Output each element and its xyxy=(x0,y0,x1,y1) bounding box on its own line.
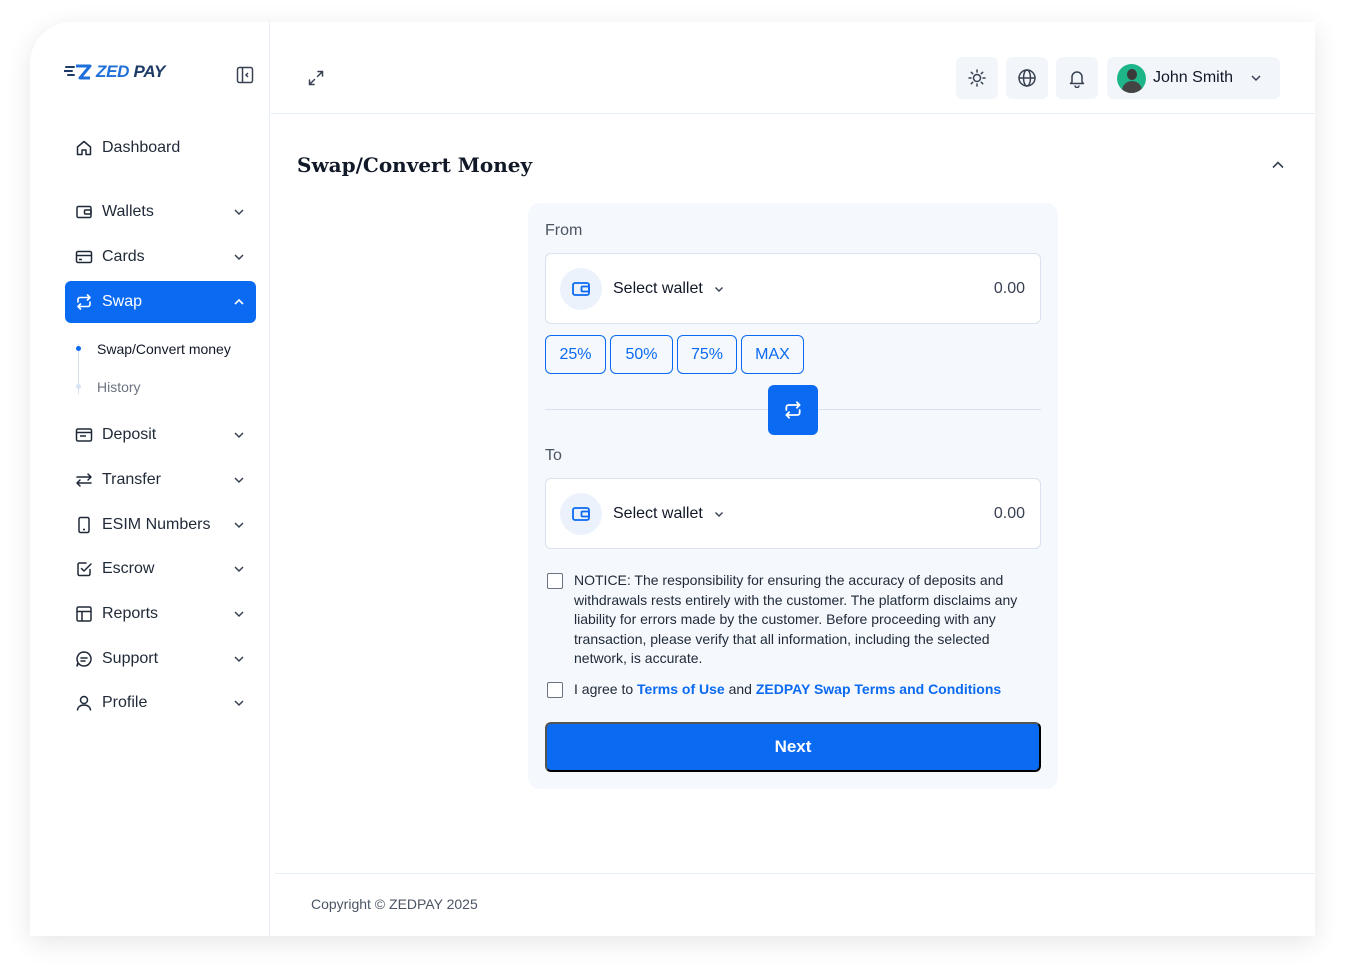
sidebar-item-wallets[interactable]: Wallets xyxy=(65,191,256,233)
deposit-icon xyxy=(74,425,94,445)
chevron-down-icon xyxy=(234,254,244,261)
terms-checkbox[interactable] xyxy=(547,682,563,698)
swap-icon xyxy=(785,401,801,419)
chevron-down-icon xyxy=(714,511,723,517)
sidebar-item-esim-numbers[interactable]: ESIM Numbers xyxy=(65,504,256,546)
reports-icon xyxy=(74,604,94,624)
to-label: To xyxy=(545,447,562,464)
user-menu-button[interactable]: John Smith xyxy=(1107,57,1280,99)
swap-icon xyxy=(74,292,94,312)
swap-direction-button[interactable] xyxy=(768,385,818,435)
sidebar-collapse-icon[interactable] xyxy=(235,65,255,85)
percent-50-button[interactable]: 50% xyxy=(610,335,673,374)
user-name: John Smith xyxy=(1153,69,1234,86)
sidebar-item-support[interactable]: Support xyxy=(65,638,256,680)
from-wallet-field[interactable]: Select wallet 0.00 xyxy=(545,253,1041,324)
sidebar-item-dashboard[interactable]: Dashboard xyxy=(65,127,256,169)
transfer-icon xyxy=(74,470,94,490)
active-dot xyxy=(76,346,81,351)
copyright-text: Copyright © ZEDPAY 2025 xyxy=(311,896,478,912)
section-collapse-icon[interactable] xyxy=(1270,157,1286,173)
notice-text: NOTICE: The responsibility for ensuring … xyxy=(574,572,1018,667)
bell-icon xyxy=(1069,71,1085,88)
support-icon xyxy=(74,649,94,669)
agree-text: I agree to Terms of Use and ZEDPAY Swap … xyxy=(574,681,1002,697)
max-button[interactable]: MAX xyxy=(741,335,804,374)
terms-of-use-link[interactable]: Terms of Use xyxy=(637,681,725,697)
notice-checkbox[interactable] xyxy=(547,573,563,589)
notifications-button[interactable] xyxy=(1056,57,1098,99)
sidebar-item-profile[interactable]: Profile xyxy=(65,682,256,724)
top-header: John Smith xyxy=(271,22,1315,114)
swap-submenu: Swap/Convert money History xyxy=(76,334,266,404)
chevron-down-icon xyxy=(234,611,244,618)
logo-text: ZED PAY xyxy=(96,62,166,81)
chevron-down-icon xyxy=(234,522,244,529)
language-button[interactable] xyxy=(1006,57,1048,99)
escrow-icon xyxy=(74,559,94,579)
swap-terms-link[interactable]: ZEDPAY Swap Terms and Conditions xyxy=(756,681,1001,697)
percent-25-button[interactable]: 25% xyxy=(545,335,606,374)
from-wallet-select[interactable]: Select wallet xyxy=(613,280,725,298)
wallet-icon xyxy=(560,267,602,310)
chevron-down-icon xyxy=(234,477,244,484)
page-title: Swap/Convert Money xyxy=(297,153,533,177)
avatar xyxy=(1117,63,1146,93)
sidebar-item-swap[interactable]: Swap xyxy=(65,281,256,323)
sidebar-item-reports[interactable]: Reports xyxy=(65,593,256,635)
sim-icon xyxy=(74,515,94,535)
agree-row: I agree to Terms of Use and ZEDPAY Swap … xyxy=(547,680,1001,700)
sidebar-item-deposit[interactable]: Deposit xyxy=(65,414,256,456)
logo-icon xyxy=(64,64,92,80)
footer: Copyright © ZEDPAY 2025 xyxy=(275,873,1315,936)
chevron-down-icon xyxy=(234,209,244,216)
app-window: ZED PAY Dashboard Wallets Cards Swap Swa… xyxy=(30,22,1315,936)
to-wallet-select[interactable]: Select wallet xyxy=(613,505,725,523)
card-icon xyxy=(74,247,94,267)
percent-buttons: 25% 50% 75% MAX xyxy=(545,335,804,374)
theme-toggle-button[interactable] xyxy=(956,57,998,99)
notice-row: NOTICE: The responsibility for ensuring … xyxy=(547,571,1037,669)
brand-logo[interactable]: ZED PAY xyxy=(64,62,165,82)
chevron-down-icon xyxy=(234,566,244,573)
sidebar-item-cards[interactable]: Cards xyxy=(65,236,256,278)
wallet-icon xyxy=(74,202,94,222)
profile-icon xyxy=(74,693,94,713)
submenu-item-history[interactable]: History xyxy=(97,379,141,395)
next-button[interactable]: Next xyxy=(545,722,1041,772)
from-amount[interactable]: 0.00 xyxy=(994,280,1025,298)
swap-form-card: From Select wallet 0.00 25% 50% 75% MAX … xyxy=(528,203,1058,789)
chevron-down-icon xyxy=(234,700,244,707)
sidebar-item-escrow[interactable]: Escrow xyxy=(65,548,256,590)
from-label: From xyxy=(545,222,583,239)
chevron-up-icon xyxy=(234,298,244,305)
percent-75-button[interactable]: 75% xyxy=(677,335,737,374)
chevron-down-icon xyxy=(714,286,723,292)
globe-icon xyxy=(1018,69,1036,87)
submenu-item-swap-convert[interactable]: Swap/Convert money xyxy=(97,341,231,357)
chevron-down-icon xyxy=(234,432,244,439)
wallet-icon xyxy=(560,492,602,535)
sidebar-item-transfer[interactable]: Transfer xyxy=(65,459,256,501)
home-icon xyxy=(74,138,94,158)
to-wallet-field[interactable]: Select wallet 0.00 xyxy=(545,478,1041,549)
chevron-down-icon xyxy=(1251,75,1261,82)
sidebar: ZED PAY Dashboard Wallets Cards Swap Swa… xyxy=(30,22,270,936)
to-amount[interactable]: 0.00 xyxy=(994,505,1025,523)
chevron-down-icon xyxy=(234,656,244,663)
fullscreen-expand-icon[interactable] xyxy=(307,69,325,87)
sun-icon xyxy=(968,69,986,87)
